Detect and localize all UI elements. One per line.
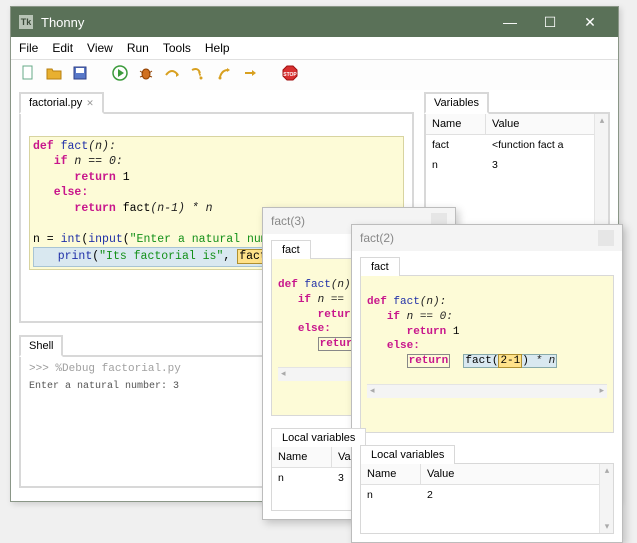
expand-icon[interactable]	[598, 230, 614, 246]
col-value[interactable]: Value	[486, 114, 608, 134]
open-file-icon[interactable]	[45, 64, 63, 82]
debug-icon[interactable]	[137, 64, 155, 82]
frame2-tab[interactable]: fact	[360, 257, 400, 276]
table-row[interactable]: n 3	[426, 155, 608, 175]
minimize-button[interactable]: —	[490, 7, 530, 37]
app-icon: Tk	[19, 15, 33, 29]
shell-prompt: >>>	[29, 363, 49, 375]
menu-help[interactable]: Help	[205, 41, 230, 55]
frame3-tab[interactable]: fact	[271, 240, 311, 259]
col-value[interactable]: Value	[421, 464, 613, 484]
frame2-titlebar[interactable]: fact(2)	[352, 225, 622, 251]
editor-tab[interactable]: factorial.py ✕	[19, 92, 104, 114]
variables-header: Name Value	[426, 114, 608, 135]
shell-tab[interactable]: Shell	[19, 335, 63, 357]
frame2-title: fact(2)	[360, 231, 394, 245]
stop-icon[interactable]: STOP	[281, 64, 299, 82]
new-file-icon[interactable]	[19, 64, 37, 82]
step-into-icon[interactable]	[189, 64, 207, 82]
frame2-local-vars-title: Local variables	[360, 445, 455, 464]
col-name[interactable]: Name	[272, 447, 332, 467]
col-name[interactable]: Name	[361, 464, 421, 484]
step-over-icon[interactable]	[163, 64, 181, 82]
variables-tab-label: Variables	[434, 97, 479, 109]
table-row[interactable]: n 2	[361, 485, 613, 505]
scrollbar[interactable]: ▴▾	[599, 464, 613, 533]
menu-bar: File Edit View Run Tools Help	[11, 37, 618, 60]
editor-tab-label: factorial.py	[29, 97, 82, 109]
frame3-local-vars-title: Local variables	[271, 428, 366, 447]
h-scrollbar[interactable]: ◂▸	[367, 384, 607, 398]
debug-frame-fact2[interactable]: fact(2) fact def fact(n): if n == 0: ret…	[351, 224, 623, 543]
resume-icon[interactable]	[241, 64, 259, 82]
maximize-button[interactable]: ☐	[530, 7, 570, 37]
menu-view[interactable]: View	[87, 41, 113, 55]
col-name[interactable]: Name	[426, 114, 486, 134]
run-icon[interactable]	[111, 64, 129, 82]
window-title: Thonny	[41, 15, 490, 30]
menu-tools[interactable]: Tools	[163, 41, 191, 55]
step-out-icon[interactable]	[215, 64, 233, 82]
title-bar[interactable]: Tk Thonny — ☐ ✕	[11, 7, 618, 37]
frame2-code: def fact(n): if n == 0: return 1 else: r…	[360, 275, 614, 433]
close-button[interactable]: ✕	[570, 7, 610, 37]
table-row[interactable]: fact <function fact a	[426, 135, 608, 155]
close-tab-icon[interactable]: ✕	[86, 98, 94, 109]
svg-text:STOP: STOP	[283, 72, 297, 78]
frame3-title: fact(3)	[271, 214, 305, 228]
save-file-icon[interactable]	[71, 64, 89, 82]
menu-edit[interactable]: Edit	[52, 41, 73, 55]
shell-debug-line: %Debug factorial.py	[55, 363, 180, 375]
variables-tab[interactable]: Variables	[424, 92, 489, 114]
menu-run[interactable]: Run	[127, 41, 149, 55]
frame2-local-vars: Name Value n 2 ▴▾	[360, 463, 614, 534]
inner-expr-box: fact(2-1) * n	[463, 354, 557, 368]
inner-highlight: 2-1	[498, 354, 522, 368]
toolbar: STOP	[11, 60, 618, 90]
shell-tab-label: Shell	[29, 340, 53, 352]
menu-file[interactable]: File	[19, 41, 38, 55]
